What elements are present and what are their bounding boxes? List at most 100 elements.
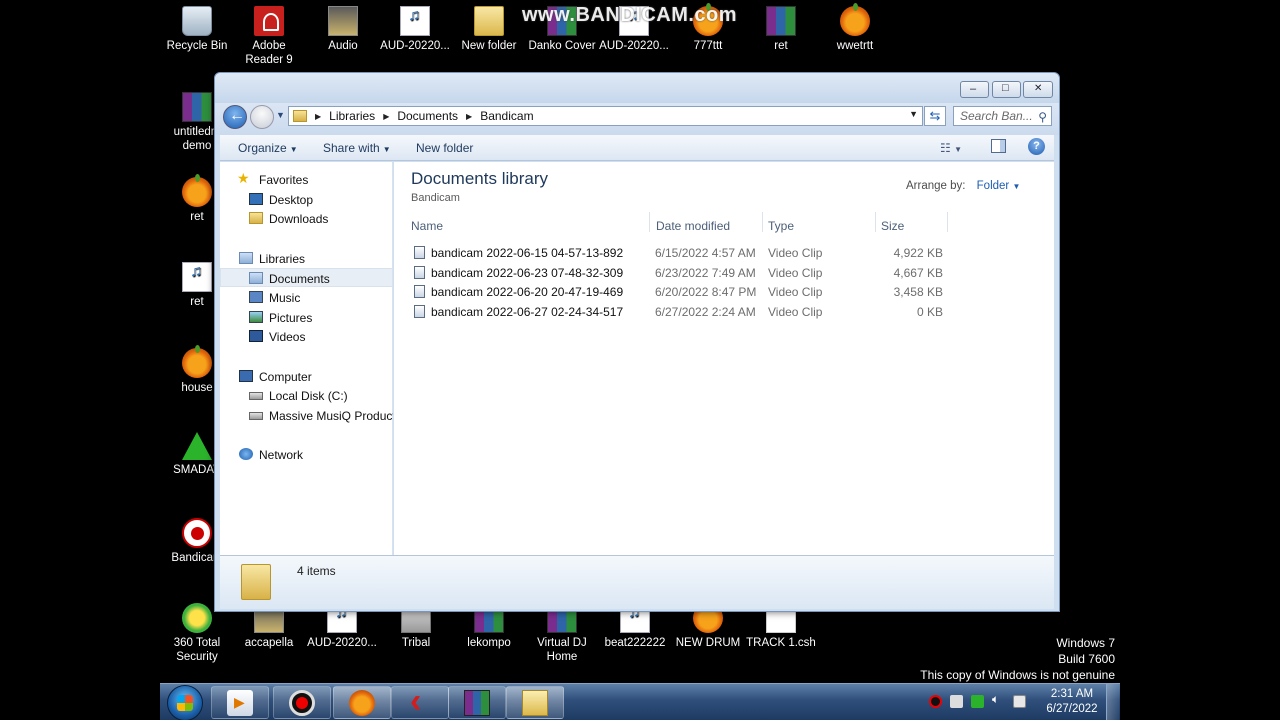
video-file-icon (414, 305, 425, 318)
system-tray: 🔈︎ (922, 692, 1030, 712)
column-header-type[interactable]: Type (768, 219, 794, 233)
explorer-window[interactable]: – □ ✕ ← ▼ ▶ Libraries ▶ Documents ▶ Band… (214, 72, 1060, 612)
help-icon[interactable]: ? (1028, 138, 1045, 155)
nav-local-disk[interactable]: Local Disk (C:) (220, 386, 393, 405)
file-row[interactable]: bandicam 2022-06-15 04-57-13-892 6/15/20… (411, 243, 946, 262)
taskbar-cubase[interactable] (391, 682, 449, 720)
title-bar[interactable]: – □ ✕ (215, 73, 1059, 103)
bandicam-tray-icon[interactable] (929, 695, 942, 708)
nav-music[interactable]: Music (220, 288, 393, 307)
maximize-button[interactable]: □ (992, 81, 1021, 98)
nav-downloads[interactable]: Downloads (220, 209, 393, 228)
details-pane: 4 items (220, 555, 1054, 609)
security-tray-icon[interactable] (950, 695, 963, 708)
video-file-icon (414, 266, 425, 279)
start-button[interactable] (167, 685, 203, 720)
taskbar-bandicam[interactable] (273, 686, 331, 719)
address-dropdown-icon[interactable]: ▼ (909, 109, 918, 119)
address-bar[interactable]: ▶ Libraries ▶ Documents ▶ Bandicam ▼ (288, 106, 923, 126)
file-row[interactable]: bandicam 2022-06-27 02-24-34-517 6/27/20… (411, 302, 946, 321)
column-header-size[interactable]: Size (881, 219, 904, 233)
column-header-name[interactable]: Name (411, 219, 443, 233)
desktop-icon-recycle-bin[interactable]: Recycle Bin (160, 0, 234, 53)
winrar-icon (464, 690, 490, 716)
smadav-tray-icon[interactable] (971, 695, 984, 708)
fl-studio-icon (349, 690, 375, 716)
breadcrumb-bandicam[interactable]: Bandicam (480, 109, 533, 123)
clock[interactable]: 2:31 AM 6/27/2022 (1042, 687, 1102, 717)
close-button[interactable]: ✕ (1023, 81, 1053, 98)
taskbar-media-player[interactable] (211, 686, 269, 719)
navigation-pane[interactable]: ★ Favorites Desktop Downloads Libraries … (220, 162, 393, 555)
column-divider[interactable] (875, 212, 876, 232)
desktop-icon-wwetrtt[interactable]: wwetrtt (818, 0, 892, 53)
column-divider[interactable] (649, 212, 650, 232)
maximize-icon: □ (1002, 82, 1009, 94)
nav-massive-drive[interactable]: Massive MusiQ Productio (220, 406, 393, 425)
nav-documents[interactable]: Documents (220, 268, 393, 287)
mp3-icon (400, 6, 430, 36)
new-folder-button[interactable]: New folder (416, 141, 473, 155)
nav-desktop[interactable]: Desktop (220, 190, 393, 209)
winrar-icon (182, 92, 212, 122)
windows-build-text: Build 7600 (1058, 652, 1115, 666)
share-with-button[interactable]: Share with ▼ (323, 141, 391, 155)
video-file-icon (414, 246, 425, 259)
item-count: 4 items (297, 564, 336, 578)
change-view-icon[interactable]: ☷ ▼ (940, 141, 962, 155)
volume-icon[interactable]: 🔈︎ (992, 692, 1005, 706)
music-icon (249, 291, 263, 303)
organize-button[interactable]: Organize ▼ (238, 141, 298, 155)
breadcrumb-documents[interactable]: Documents (397, 109, 458, 123)
show-desktop-button[interactable] (1106, 684, 1119, 720)
recent-pages-dropdown-icon[interactable]: ▼ (276, 110, 285, 120)
taskbar: 🔈︎ 2:31 AM 6/27/2022 (160, 682, 1120, 720)
back-button[interactable]: ← (223, 105, 247, 129)
taskbar-winrar[interactable] (448, 686, 506, 719)
desktop-icon-adobe-reader[interactable]: Adobe Reader 9 (232, 0, 306, 67)
minimize-button[interactable]: – (960, 81, 989, 98)
taskbar-explorer[interactable] (506, 686, 564, 719)
nav-network[interactable]: Network (220, 445, 393, 464)
file-list-pane[interactable]: Documents library Bandicam Arrange by: F… (394, 162, 1054, 555)
forward-button[interactable] (250, 105, 274, 129)
desktop-icon-ret-top[interactable]: ret (744, 0, 818, 53)
column-divider[interactable] (762, 212, 763, 232)
libraries-icon (239, 252, 253, 264)
desktop-icon-audio[interactable]: Audio (306, 0, 380, 53)
breadcrumb-separator-icon: ▶ (315, 111, 322, 121)
breadcrumb-separator-icon[interactable]: ▶ (466, 112, 472, 121)
refresh-icon: ⇆ (929, 108, 941, 123)
file-row[interactable]: bandicam 2022-06-23 07-48-32-309 6/23/20… (411, 263, 946, 282)
desktop-icon-new-folder[interactable]: New folder (452, 0, 526, 53)
search-input[interactable]: Search Ban... ⚲ (953, 106, 1052, 126)
computer-icon (239, 370, 253, 382)
chevron-down-icon: ▼ (289, 145, 298, 154)
network-tray-icon[interactable] (1013, 695, 1026, 708)
windows-genuine-notice: Windows 7 Build 7600 This copy of Window… (920, 635, 1115, 683)
desktop-icon-aud-1[interactable]: AUD-20220... (378, 0, 452, 53)
preview-pane-icon[interactable] (991, 139, 1006, 153)
nav-computer[interactable]: Computer (220, 367, 393, 386)
library-subtitle: Bandicam (411, 192, 460, 204)
breadcrumb-libraries[interactable]: Libraries (329, 109, 375, 123)
fl-studio-icon (182, 345, 212, 378)
nav-pictures[interactable]: Pictures (220, 308, 393, 327)
taskbar-fl-studio[interactable] (333, 686, 391, 719)
refresh-button[interactable]: ⇆ (924, 106, 946, 126)
file-row[interactable]: bandicam 2022-06-20 20-47-19-469 6/20/20… (411, 282, 946, 301)
screen: Recycle Bin Adobe Reader 9 Audio AUD-202… (0, 0, 1280, 720)
arrange-by-dropdown[interactable]: Folder ▼ (977, 180, 1021, 192)
column-divider[interactable] (947, 212, 948, 232)
smadav-icon (182, 432, 212, 460)
column-header-date[interactable]: Date modified (656, 219, 730, 233)
fl-studio-icon (182, 174, 212, 207)
nav-libraries[interactable]: Libraries (220, 249, 393, 268)
nav-videos[interactable]: Videos (220, 327, 393, 346)
documents-icon (249, 272, 263, 284)
windows-not-genuine-text: This copy of Windows is not genuine (920, 668, 1115, 682)
search-icon[interactable]: ⚲ (1038, 108, 1047, 126)
nav-favorites[interactable]: ★ Favorites (220, 170, 393, 189)
bandicam-icon (182, 518, 212, 548)
breadcrumb-separator-icon[interactable]: ▶ (383, 112, 389, 121)
